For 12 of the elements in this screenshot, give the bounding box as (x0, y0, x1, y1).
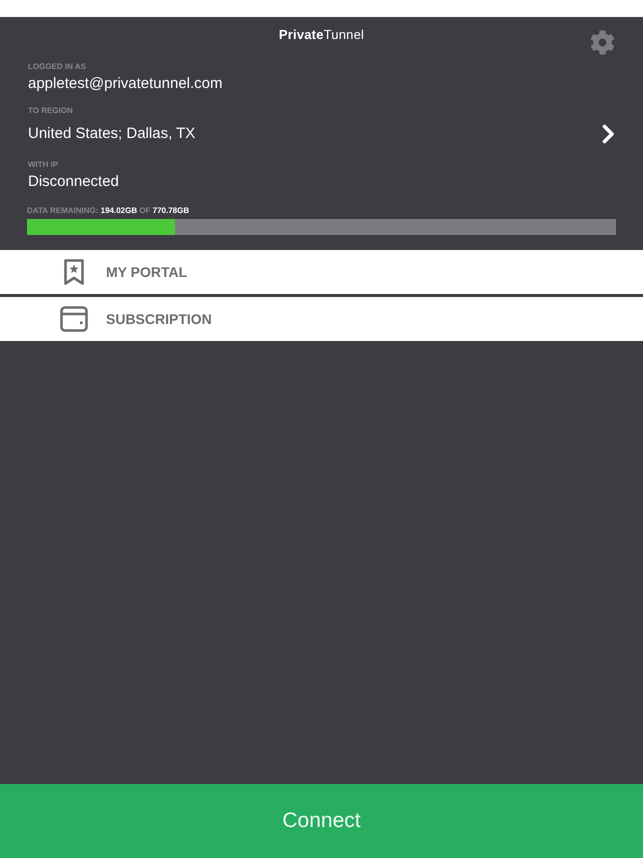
field-label: TO REGION (27, 106, 74, 116)
region-value: United States; Dallas, TX (27, 124, 196, 144)
settings-icon[interactable] (590, 30, 615, 55)
account-email: appletest@privatetunnel.com (27, 74, 223, 94)
data-remaining-text: DATA REMAINING: 194.02GB OF 770.78GB (27, 206, 190, 216)
field-label: LOGGED IN AS (27, 62, 87, 72)
ip-status: Disconnected (27, 172, 119, 192)
connect-button[interactable]: Connect (0, 784, 643, 858)
chevron-right-icon[interactable] (602, 124, 615, 144)
field-label: WITH IP (27, 160, 60, 170)
wallet-icon (60, 305, 88, 333)
app-logo: PrivateTunnel (278, 26, 364, 43)
